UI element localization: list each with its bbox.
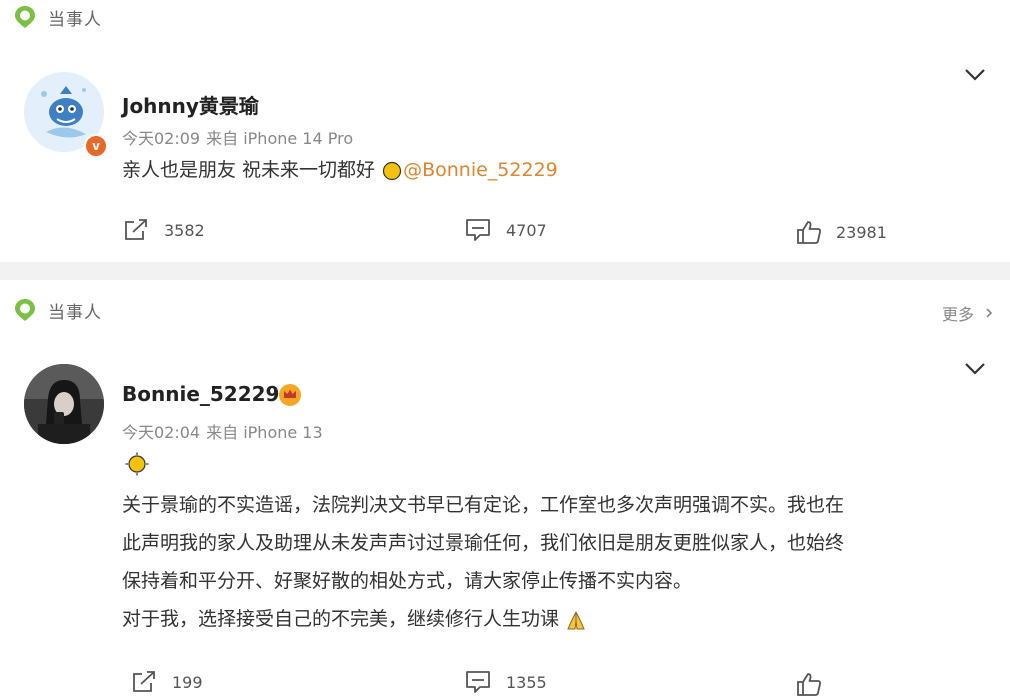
green-location-pin-icon xyxy=(15,299,35,321)
tag-label: 当事人 xyxy=(48,302,102,323)
username[interactable]: Johnny黄景瑜 xyxy=(122,90,259,119)
more-label: 更多 xyxy=(941,305,974,324)
comment-button[interactable]: 1355 xyxy=(464,669,547,695)
chevron-down-icon[interactable] xyxy=(964,68,986,82)
post-text-line-last: 对于我，选择接受自己的不完美，继续修行人生功课 xyxy=(122,600,844,638)
green-location-pin-icon xyxy=(15,6,35,28)
post-meta: 今天02:09 来自 iPhone 14 Pro xyxy=(122,125,353,149)
post-divider xyxy=(0,262,1010,280)
chevron-right-icon xyxy=(986,308,993,318)
comment-icon xyxy=(466,219,490,241)
post-text-line: 关于景瑜的不实造谣，法院判决文书早已有定论，工作室也多次声明强调不实。我也在 xyxy=(122,494,845,516)
thumbs-up-icon xyxy=(797,221,821,244)
praying-hands-emoji-icon xyxy=(567,611,585,629)
post-card-johnny: 当事人 v Johnny黄景瑜 今天02:09 来自 iPhone 14 Pro … xyxy=(0,0,1010,262)
post-meta: 今天02:04 来自 iPhone 13 xyxy=(122,419,323,443)
repost-count: 3582 xyxy=(164,220,205,240)
vip-crown-icon xyxy=(279,384,301,406)
comment-button[interactable]: 4707 xyxy=(464,217,547,243)
repost-button[interactable]: 199 xyxy=(130,669,203,695)
post-text: 关于景瑜的不实造谣，法院判决文书早已有定论，工作室也多次声明强调不实。我也在 此… xyxy=(122,486,844,638)
sun-emoji-icon xyxy=(125,452,149,476)
username[interactable]: Bonnie_52229 xyxy=(122,382,279,406)
repost-count: 199 xyxy=(172,672,203,692)
post-text-line: 保持着和平分开、好聚好散的相处方式，请大家停止传播不实内容。 xyxy=(122,570,693,592)
more-button[interactable]: 更多 xyxy=(942,301,994,325)
chevron-down-icon[interactable] xyxy=(964,362,986,376)
post-text-line: 对于我，选择接受自己的不完美，继续修行人生功课 xyxy=(122,608,560,630)
verified-badge: v xyxy=(84,134,108,158)
avatar[interactable] xyxy=(24,364,104,444)
post-text: 亲人也是朋友 祝未来一切都好 @Bonnie_52229 xyxy=(122,151,558,189)
comment-icon xyxy=(466,671,490,693)
like-count: 23981 xyxy=(836,222,887,242)
share-icon xyxy=(125,219,147,240)
post-source: 来自 iPhone 13 xyxy=(206,423,323,442)
thumbs-up-icon xyxy=(797,673,821,696)
mention-link[interactable]: @Bonnie_52229 xyxy=(403,159,558,181)
post-text-line: 此声明我的家人及助理从未发声声讨过景瑜任何，我们依旧是朋友更胜似家人，也始终 xyxy=(122,532,845,554)
share-icon xyxy=(133,671,155,692)
like-button[interactable]: 23981 xyxy=(796,219,887,245)
comment-count: 4707 xyxy=(506,220,547,240)
tag-label: 当事人 xyxy=(48,9,102,30)
repost-button[interactable]: 3582 xyxy=(122,217,205,243)
post-source: 来自 iPhone 14 Pro xyxy=(206,129,354,148)
avatar-photo xyxy=(24,364,104,444)
like-button[interactable] xyxy=(796,671,836,697)
sun-emoji-icon xyxy=(382,161,402,180)
post-card-bonnie: 当事人 更多 Bonnie_52229 今天02:04 来自 iPhone 13 xyxy=(0,280,1010,696)
post-text-content: 亲人也是朋友 祝未来一切都好 xyxy=(122,159,376,181)
post-time: 今天02:09 xyxy=(122,129,201,148)
comment-count: 1355 xyxy=(506,672,547,692)
party-tag: 当事人 xyxy=(12,4,102,30)
post-time: 今天02:04 xyxy=(122,423,201,442)
party-tag: 当事人 xyxy=(12,297,102,323)
